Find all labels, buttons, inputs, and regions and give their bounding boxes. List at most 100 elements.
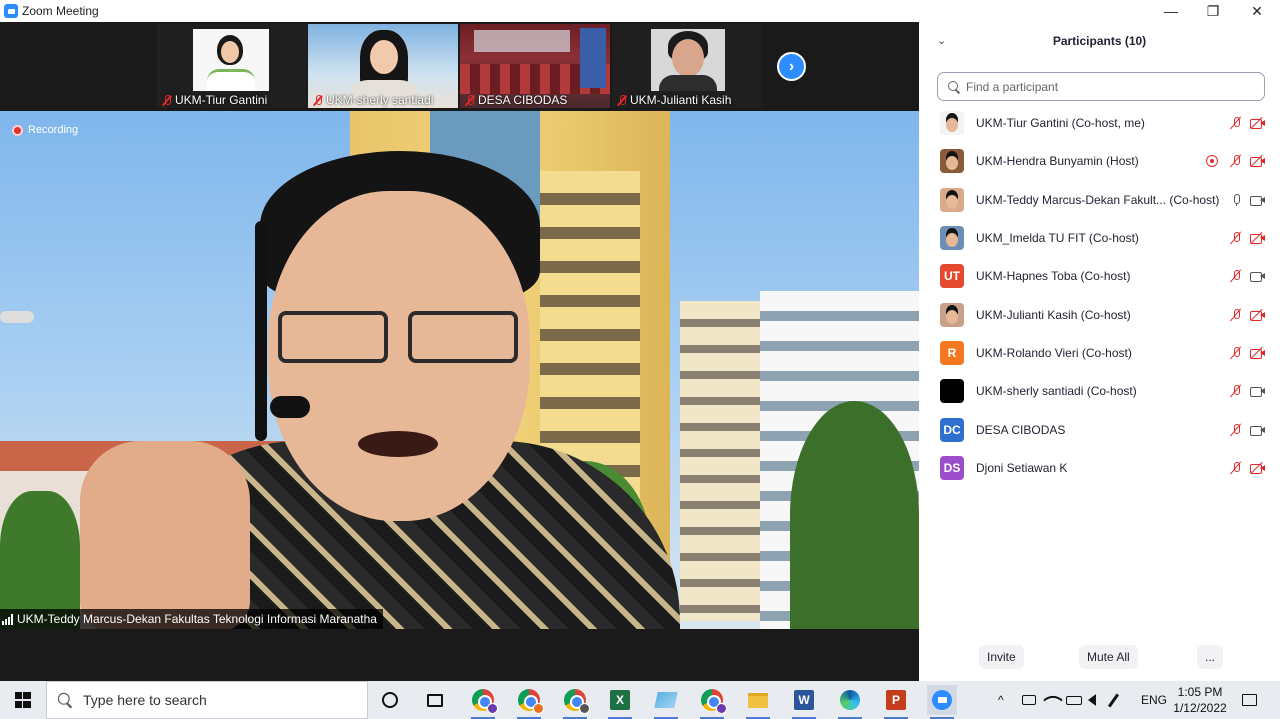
video-icon[interactable] bbox=[1249, 384, 1266, 398]
invite-button[interactable]: Invite bbox=[979, 645, 1024, 669]
participant-row[interactable]: UT UKM-Hapnes Toba (Co-host) bbox=[919, 257, 1280, 295]
windows-logo-icon bbox=[14, 692, 31, 708]
clock-date: 1/12/2022 bbox=[1173, 701, 1227, 715]
video-thumbnail[interactable]: UKM-Julianti Kasih bbox=[612, 24, 762, 108]
language-indicator[interactable]: ENG bbox=[1141, 681, 1167, 719]
photos-icon[interactable] bbox=[651, 685, 681, 719]
participant-name: UKM-Hendra Bunyamin (Host) bbox=[976, 154, 1139, 169]
video-thumbnail[interactable]: UKM-sherly santiadi bbox=[308, 24, 458, 108]
participant-name: UKM-Hapnes Toba (Co-host) bbox=[976, 269, 1131, 284]
maximize-button[interactable]: ❐ bbox=[1190, 0, 1236, 22]
network-icon[interactable] bbox=[1022, 681, 1036, 719]
file-explorer-icon[interactable] bbox=[743, 685, 773, 719]
pen-icon[interactable] bbox=[1107, 681, 1120, 719]
tray-chevron-icon[interactable]: ^ bbox=[998, 681, 1004, 719]
speaker-name-label: UKM-Teddy Marcus-Dekan Fakultas Teknolog… bbox=[0, 609, 383, 629]
mic-muted-icon[interactable] bbox=[1229, 231, 1243, 245]
muted-mic-icon bbox=[464, 94, 475, 106]
video-off-icon[interactable] bbox=[1249, 231, 1266, 245]
thumbnail-label: UKM-Tiur Gantini bbox=[161, 93, 267, 107]
next-page-button[interactable]: › bbox=[777, 52, 806, 81]
window-title: Zoom Meeting bbox=[22, 4, 99, 18]
participant-row[interactable]: UKM-Julianti Kasih (Co-host) bbox=[919, 295, 1280, 333]
active-speaker-video: Recording UKM-Teddy Marcus-Dekan Fakulta… bbox=[0, 111, 919, 629]
video-off-icon[interactable] bbox=[1249, 308, 1266, 322]
video-thumbnail[interactable]: UKM-Tiur Gantini bbox=[157, 24, 307, 108]
mic-muted-icon[interactable] bbox=[1229, 461, 1243, 475]
video-thumbnail[interactable]: DESA CIBODAS bbox=[460, 24, 610, 108]
participant-search[interactable] bbox=[937, 72, 1265, 101]
wifi-icon[interactable] bbox=[1043, 681, 1063, 719]
volume-icon[interactable] bbox=[1088, 681, 1096, 719]
thumbnail-label: UKM-sherly santiadi bbox=[312, 93, 433, 107]
participant-row[interactable]: UKM-sherly santiadi (Co-host) bbox=[919, 372, 1280, 410]
chrome-icon[interactable] bbox=[514, 685, 544, 719]
close-button[interactable]: ✕ bbox=[1234, 0, 1280, 22]
avatar bbox=[940, 379, 964, 404]
participant-row[interactable]: UKM_Imelda TU FIT (Co-host) bbox=[919, 219, 1280, 257]
video-icon[interactable] bbox=[1249, 193, 1266, 207]
avatar: R bbox=[940, 340, 964, 365]
mic-muted-icon[interactable] bbox=[1229, 116, 1243, 130]
mute-all-button[interactable]: Mute All bbox=[1079, 645, 1138, 669]
taskbar-search-box[interactable]: Type here to search bbox=[46, 681, 368, 719]
participant-photo bbox=[651, 29, 725, 91]
participant-row[interactable]: UKM-Hendra Bunyamin (Host) bbox=[919, 142, 1280, 180]
cortana-icon[interactable] bbox=[375, 685, 405, 715]
clock-time: 1:05 PM bbox=[1177, 685, 1223, 699]
speaker-mouth bbox=[358, 431, 438, 457]
zoom-taskbar-icon[interactable] bbox=[927, 685, 957, 719]
mic-icon[interactable] bbox=[1229, 193, 1243, 207]
panel-footer: Invite Mute All ... bbox=[919, 645, 1280, 671]
notification-icon[interactable] bbox=[1242, 681, 1257, 719]
participant-name: UKM-Tiur Gantini (Co-host, me) bbox=[976, 116, 1145, 131]
participant-row[interactable]: UKM-Tiur Gantini (Co-host, me) bbox=[919, 104, 1280, 142]
more-options-button[interactable]: ... bbox=[1197, 645, 1224, 669]
participant-row[interactable]: R UKM-Rolando Vieri (Co-host) bbox=[919, 334, 1280, 372]
muted-mic-icon bbox=[312, 94, 323, 106]
word-icon[interactable]: W bbox=[789, 685, 819, 719]
participant-search-input[interactable] bbox=[966, 79, 1256, 94]
video-off-icon[interactable] bbox=[1249, 154, 1266, 168]
start-button[interactable] bbox=[0, 681, 45, 719]
video-off-icon[interactable] bbox=[1249, 461, 1266, 475]
excel-icon[interactable]: X bbox=[605, 685, 635, 719]
mic-muted-icon[interactable] bbox=[1229, 346, 1243, 360]
search-icon bbox=[948, 80, 960, 93]
video-icon[interactable] bbox=[1249, 269, 1266, 283]
thumbnail-strip: UKM-Tiur Gantini UKM-sherly santiadi DES… bbox=[0, 22, 919, 111]
mic-muted-icon[interactable] bbox=[1229, 269, 1243, 283]
avatar: DC bbox=[940, 417, 964, 442]
mic-muted-icon[interactable] bbox=[1229, 423, 1243, 437]
mic-muted-icon[interactable] bbox=[1229, 154, 1243, 168]
participant-row[interactable]: UKM-Teddy Marcus-Dekan Fakult... (Co-hos… bbox=[919, 181, 1280, 219]
powerpoint-icon[interactable]: P bbox=[881, 685, 911, 719]
mic-muted-icon[interactable] bbox=[1229, 384, 1243, 398]
participant-name: UKM-Rolando Vieri (Co-host) bbox=[976, 345, 1132, 360]
participant-row[interactable]: DC DESA CIBODAS bbox=[919, 410, 1280, 448]
edge-icon[interactable] bbox=[835, 685, 865, 719]
video-off-icon[interactable] bbox=[1249, 346, 1266, 360]
chrome-icon[interactable] bbox=[468, 685, 498, 719]
participant-row[interactable]: DS Djoni Setiawan K bbox=[919, 449, 1280, 487]
avatar bbox=[940, 302, 964, 327]
chrome-icon[interactable] bbox=[560, 685, 590, 719]
mic-muted-icon[interactable] bbox=[1229, 308, 1243, 322]
chrome-icon[interactable] bbox=[697, 685, 727, 719]
signal-strength-icon bbox=[2, 613, 13, 625]
search-icon bbox=[57, 692, 72, 707]
taskbar-clock[interactable]: 1:05 PM 1/12/2022 bbox=[1172, 684, 1228, 716]
minimize-button[interactable]: — bbox=[1148, 0, 1194, 22]
avatar: UT bbox=[940, 264, 964, 289]
muted-mic-icon bbox=[616, 94, 627, 106]
task-view-icon[interactable] bbox=[420, 685, 450, 715]
battery-icon[interactable] bbox=[1066, 681, 1082, 719]
participant-photo bbox=[193, 29, 269, 91]
avatar bbox=[940, 149, 964, 174]
participant-name: UKM-Julianti Kasih (Co-host) bbox=[976, 307, 1131, 322]
recording-indicator: Recording bbox=[12, 124, 78, 136]
video-off-icon[interactable] bbox=[1249, 116, 1266, 130]
video-icon[interactable] bbox=[1249, 423, 1266, 437]
thumbnail-label: DESA CIBODAS bbox=[464, 93, 567, 107]
participant-name: UKM-Teddy Marcus-Dekan Fakult... (Co-hos… bbox=[976, 192, 1220, 207]
